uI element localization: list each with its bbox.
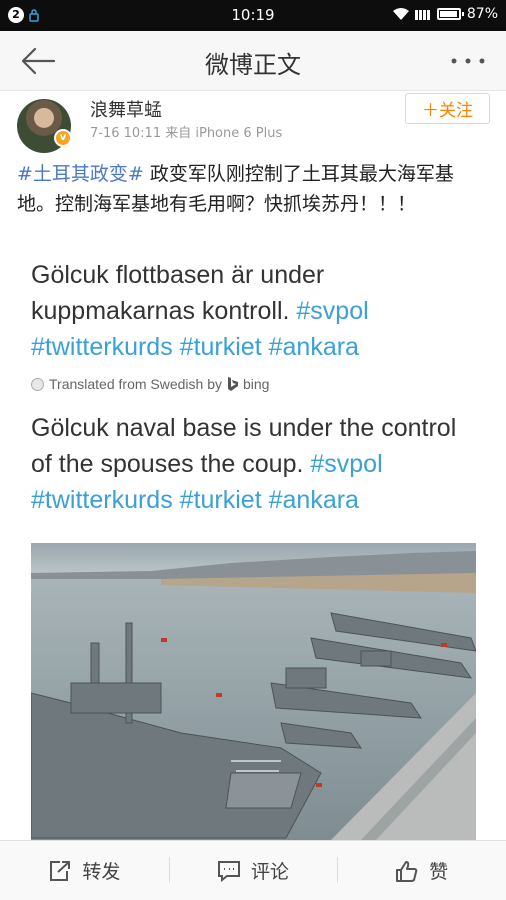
page-title: 微博正文 [205,51,301,79]
translated-text-body: Gölcuk naval base is under the control o… [31,414,457,478]
repost-button[interactable]: 转发 [0,841,169,900]
more-dots-icon [451,58,485,64]
tag-twitterkurds[interactable]: #twitterkurds [31,333,173,361]
like-label: 赞 [429,861,449,883]
author-name[interactable]: 浪舞草蜢 [90,96,162,122]
post-text: #土耳其政变# 政变军队刚控制了土耳其最大海军基地。控制海军基地有毛用啊？快抓埃… [17,159,487,219]
status-right: 87% [392,6,498,22]
tag-ankara[interactable]: #ankara [269,333,359,361]
comment-icon [218,860,240,882]
original-text-body: Gölcuk flottbasen är under kuppmakarnas … [31,261,325,325]
more-button[interactable] [448,43,488,79]
globe-icon [31,377,44,391]
wifi-icon [392,8,409,20]
topic-hashtag[interactable]: #土耳其政变# [17,163,144,185]
bing-logo-icon [228,376,238,391]
tag-svpol-en[interactable]: #svpol [310,450,382,478]
original-text: Gölcuk flottbasen är under kuppmakarnas … [31,257,481,365]
translation-label: Translated from Swedish by [49,376,222,392]
tag-twitterkurds-en[interactable]: #twitterkurds [31,486,173,514]
translated-text: Gölcuk naval base is under the control o… [31,410,481,518]
tag-svpol[interactable]: #svpol [296,297,368,325]
title-bar: 微博正文 [0,31,506,91]
battery-level: 87% [466,6,498,22]
translator-name: bing [243,376,270,392]
tag-turkiet[interactable]: #turkiet [180,333,262,361]
tag-ankara-en[interactable]: #ankara [269,486,359,514]
translation-note: Translated from Swedish by bing [31,376,269,392]
comment-button[interactable]: 评论 [168,841,338,900]
naval-base-photo [31,543,476,840]
signal-icon [414,10,430,20]
battery-icon [436,8,464,20]
comment-label: 评论 [251,861,290,883]
post-meta: 7-16 10:11 来自 iPhone 6 Plus [90,126,283,141]
thumbs-up-icon [396,860,418,882]
post-photo[interactable] [31,543,476,840]
like-button[interactable]: 赞 [337,841,506,900]
repost-icon [50,860,71,881]
verified-badge: v [54,129,72,147]
repost-label: 转发 [82,861,121,883]
action-bar: 转发 评论 赞 [0,840,506,900]
status-bar: 2 10:19 87% [0,0,506,31]
post: v 浪舞草蜢 7-16 10:11 来自 iPhone 6 Plus ＋关注 #… [0,91,506,840]
follow-button[interactable]: ＋关注 [405,93,490,124]
tag-turkiet-en[interactable]: #turkiet [180,486,262,514]
